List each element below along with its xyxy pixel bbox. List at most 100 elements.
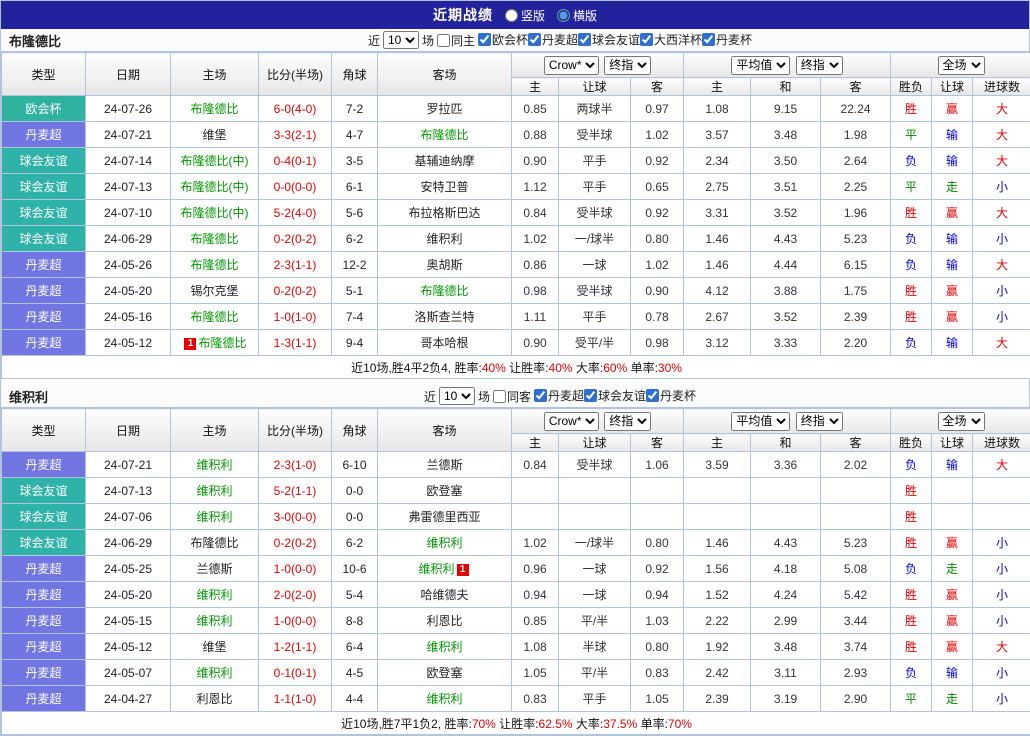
league-filter-checkbox[interactable]: 丹麦杯 [646, 387, 696, 404]
games-count-select[interactable]: 10 [383, 31, 419, 49]
avg-draw-odds: 3.19 [751, 686, 821, 712]
avg-away-odds: 2.39 [821, 304, 891, 330]
avg-source-select[interactable]: 平均值 [731, 412, 790, 431]
avg-draw-odds: 3.88 [751, 278, 821, 304]
avg-stage-select[interactable]: 终指 [796, 412, 843, 431]
match-score: 0-2(0-2) [259, 530, 332, 556]
scope-header: 全场 [891, 53, 1030, 78]
handicap-home-odds: 1.11 [512, 304, 559, 330]
odds-stage-select[interactable]: 终指 [604, 56, 651, 75]
corner-count: 4-7 [332, 122, 378, 148]
avg-away-odds: 2.20 [821, 330, 891, 356]
league-checkbox-input[interactable] [478, 33, 491, 46]
handicap-home-odds: 0.83 [512, 686, 559, 712]
avg-away-odds: 1.98 [821, 122, 891, 148]
avg-source-select[interactable]: 平均值 [731, 56, 790, 75]
home-team-name: 兰德斯 [171, 556, 259, 582]
corner-count: 0-0 [332, 504, 378, 530]
league-type-badge: 球会友谊 [2, 200, 86, 226]
same-venue-input[interactable] [493, 390, 506, 403]
league-checkbox-input[interactable] [528, 33, 541, 46]
corner-count: 9-4 [332, 330, 378, 356]
handicap-home-odds: 1.12 [512, 174, 559, 200]
same-venue-checkbox[interactable]: 同客 [493, 388, 531, 405]
away-team-name: 维积利 [378, 634, 512, 660]
scope-select[interactable]: 全场 [938, 56, 985, 75]
avg-away-odds: 2.02 [821, 452, 891, 478]
match-date: 24-05-26 [86, 252, 171, 278]
away-team-name: 基辅迪纳摩 [378, 148, 512, 174]
result-outcome: 负 [891, 660, 932, 686]
odds-source-select[interactable]: Crow* [544, 56, 599, 75]
result-handicap: 走 [932, 686, 973, 712]
league-filter-checkbox[interactable]: 球会友谊 [584, 387, 646, 404]
avg-home-odds [684, 478, 751, 504]
match-row: 丹麦超 24-05-07 维积利 0-1(0-1) 4-5 欧登塞 1.05 平… [2, 660, 1030, 686]
handicap-line: 平手 [559, 304, 631, 330]
same-venue-input[interactable] [437, 34, 450, 47]
layout-option-vertical[interactable]: 竖版 [505, 7, 545, 24]
result-goals: 大 [973, 452, 1030, 478]
avg-draw-odds: 4.43 [751, 530, 821, 556]
match-score: 2-0(2-0) [259, 582, 332, 608]
league-checkbox-input[interactable] [584, 389, 597, 402]
scope-header: 全场 [891, 409, 1030, 434]
match-row: 丹麦超 24-04-27 利恩比 1-1(1-0) 4-4 维积利 0.83 平… [2, 686, 1030, 712]
avg-away-odds: 2.90 [821, 686, 891, 712]
result-handicap: 输 [932, 148, 973, 174]
games-count-select[interactable]: 10 [439, 387, 475, 405]
same-venue-checkbox[interactable]: 同主 [437, 32, 475, 49]
league-filter-checkbox[interactable]: 丹麦超 [528, 31, 578, 48]
match-row: 欧会杯 24-07-26 布隆德比 6-0(4-0) 7-2 罗拉匹 0.85 … [2, 96, 1030, 122]
league-filter-checkbox[interactable]: 丹麦杯 [702, 31, 752, 48]
match-date: 24-07-21 [86, 452, 171, 478]
near-label: 近 [424, 388, 436, 405]
league-filter-checkbox[interactable]: 欧会杯 [478, 31, 528, 48]
avg-away-odds [821, 504, 891, 530]
league-filter-checkbox[interactable]: 球会友谊 [578, 31, 640, 48]
handicap-home-odds: 0.90 [512, 330, 559, 356]
away-team-name: 欧登塞 [378, 660, 512, 686]
match-date: 24-05-20 [86, 582, 171, 608]
handicap-home-odds [512, 478, 559, 504]
league-checkbox-input[interactable] [702, 33, 715, 46]
league-checkbox-input[interactable] [578, 33, 591, 46]
scope-select[interactable]: 全场 [938, 412, 985, 431]
handicap-home-odds: 0.96 [512, 556, 559, 582]
filter-controls: 近 10 场 同主 欧会杯丹麦超球会友谊大西洋杯丹麦杯 [93, 31, 1027, 49]
handicap-away-odds: 1.05 [631, 686, 684, 712]
avg-stage-select[interactable]: 终指 [796, 56, 843, 75]
league-checkbox-label: 丹麦超 [542, 31, 578, 48]
league-filter-checkbox[interactable]: 大西洋杯 [640, 31, 702, 48]
same-venue-label: 同客 [507, 388, 531, 405]
avg-away-odds: 2.64 [821, 148, 891, 174]
match-row: 丹麦超 24-05-12 1布隆德比 1-3(1-1) 9-4 哥本哈根 0.9… [2, 330, 1030, 356]
filter-bar: 布隆德比 近 10 场 同主 欧会杯丹麦超球会友谊大西洋杯丹麦杯 [1, 29, 1029, 52]
games-label: 场 [478, 388, 490, 405]
vertical-radio[interactable] [505, 9, 518, 22]
avg-draw-odds: 3.50 [751, 148, 821, 174]
league-checkbox-input[interactable] [646, 389, 659, 402]
away-team-name: 布隆德比 [378, 122, 512, 148]
handicap-line: 平手 [559, 174, 631, 200]
result-goals: 大 [973, 122, 1030, 148]
odds-source-select[interactable]: Crow* [544, 412, 599, 431]
corner-count: 4-5 [332, 660, 378, 686]
league-type-badge: 球会友谊 [2, 530, 86, 556]
home-team-name: 布隆德比 [171, 530, 259, 556]
league-checkbox-input[interactable] [534, 389, 547, 402]
team-name: 维积利 [3, 387, 93, 406]
league-checkbox-input[interactable] [640, 33, 653, 46]
league-filter-checkbox[interactable]: 丹麦超 [534, 387, 584, 404]
home-team-name: 维积利 [171, 478, 259, 504]
match-date: 24-04-27 [86, 686, 171, 712]
league-type-badge: 丹麦超 [2, 278, 86, 304]
layout-option-horizontal[interactable]: 横版 [557, 7, 597, 24]
match-date: 24-05-16 [86, 304, 171, 330]
match-row: 球会友谊 24-07-06 维积利 3-0(0-0) 0-0 弗雷德里西亚 胜 [2, 504, 1030, 530]
col-odds-handicap: 让球 [559, 78, 631, 96]
horizontal-radio[interactable] [557, 9, 570, 22]
handicap-home-odds: 1.02 [512, 530, 559, 556]
avg-away-odds: 2.93 [821, 660, 891, 686]
odds-stage-select[interactable]: 终指 [604, 412, 651, 431]
